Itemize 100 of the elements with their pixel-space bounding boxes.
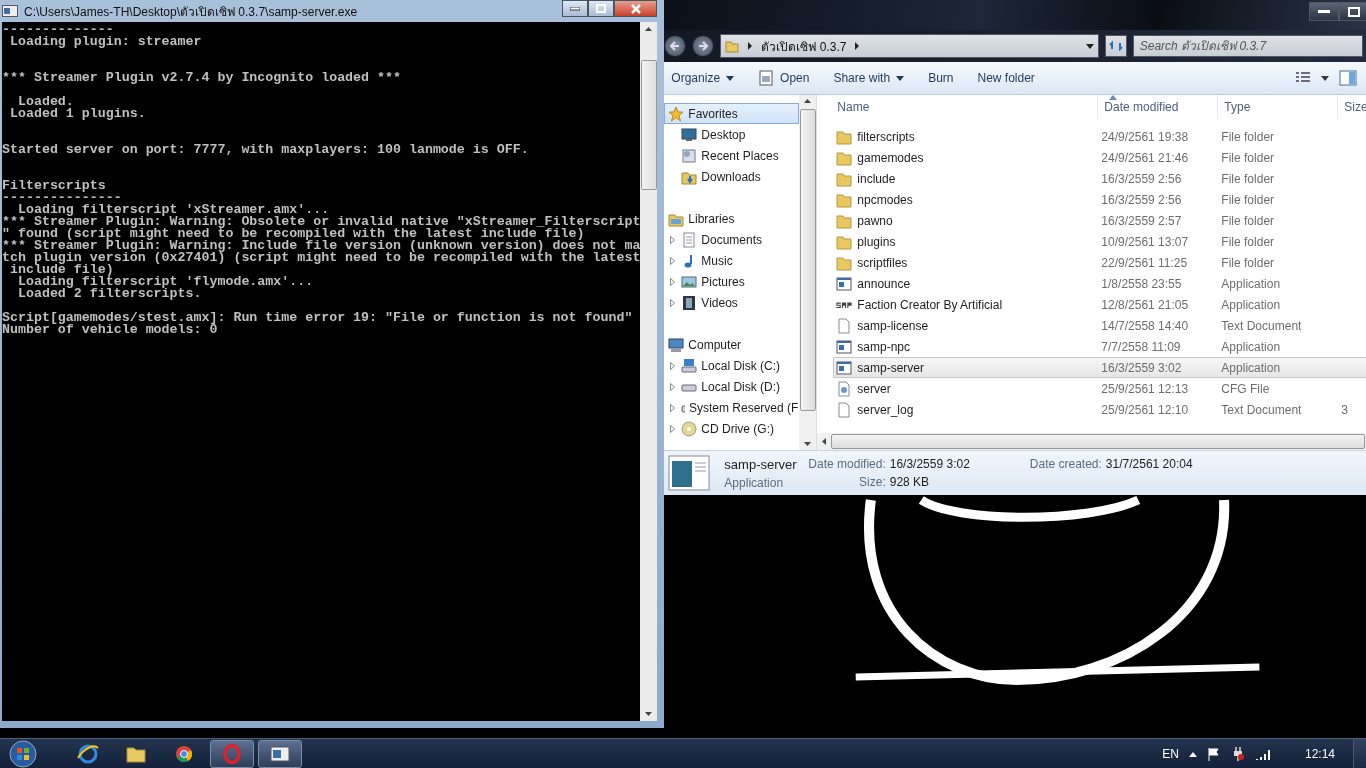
address-bar[interactable]: ตัวเปิดเซิฟ 0.3.7 <box>720 34 1099 58</box>
file-name: pawno <box>857 213 893 228</box>
nav-item[interactable]: Downloads <box>664 166 800 187</box>
type-cell-text: Application <box>1220 276 1282 291</box>
type-cell-text: File folder <box>1220 171 1276 186</box>
file-row[interactable]: samp-npc 7/7/2558 11:09 Application <box>833 336 1366 357</box>
column-header[interactable]: Type <box>1218 95 1339 119</box>
search-field[interactable]: Search ตัวเปิดเซิฟ 0.3.7 <box>1132 35 1363 57</box>
console-line: Loaded 1 plugins. <box>8 108 147 120</box>
nav-item[interactable]: Favorites <box>664 103 800 124</box>
type-cell-text: Text Document <box>1220 318 1303 333</box>
nav-item[interactable]: Documents <box>664 229 800 250</box>
nav-item[interactable]: Computer <box>664 334 800 355</box>
toolbar-button[interactable]: New folder <box>970 67 1042 89</box>
file-name: samp-npc <box>857 339 911 354</box>
file-name: include <box>857 171 896 186</box>
type-cell-text: Text Document <box>1220 402 1303 417</box>
console-line: Number of vehicle models: 0 <box>2 324 218 336</box>
file-name: samp-license <box>857 318 929 333</box>
file-name: filterscripts <box>857 129 915 144</box>
date-cell-text: 7/7/2558 11:09 <box>1100 339 1182 354</box>
date-cell-text: 24/9/2561 19:38 <box>1100 129 1190 144</box>
toolbar-button[interactable]: Open <box>751 66 817 90</box>
console-line: Loading plugin: streamer <box>8 36 203 48</box>
file-row[interactable]: server_log 25/9/2561 12:10 Text Document 3 <box>833 399 1366 420</box>
window-title: C:\Users\James-TH\Desktop\ตัวเปิดเซิฟ 0.3.7\samp-server.exe <box>24 3 358 21</box>
date-cell-text: 16/3/2559 2:56 <box>1100 192 1183 207</box>
date-cell-text: 25/9/2561 12:13 <box>1100 381 1190 396</box>
file-name: npcmodes <box>857 192 913 207</box>
date-cell-text: 12/8/2561 21:05 <box>1100 297 1190 312</box>
toolbar-button[interactable]: Burn <box>921 67 961 89</box>
nav-item[interactable]: Libraries <box>664 208 800 229</box>
console-line: *** Streamer Plugin: Warning: Obsolete or invalid native "xStreamer_Filterscript <box>2 216 641 228</box>
type-cell-text: Application <box>1220 297 1282 312</box>
field-value: 928 KB <box>889 475 931 489</box>
date-cell-text: 1/8/2558 23:55 <box>1100 276 1183 291</box>
file-name: samp-server <box>724 456 798 472</box>
language-indicator[interactable]: EN <box>1162 747 1179 761</box>
console-line: *** Streamer Plugin v2.7.4 by Incognito loaded *** <box>2 72 402 84</box>
nav-item[interactable]: Local Disk (D:) <box>664 376 800 397</box>
file-name: gamemodes <box>857 150 924 165</box>
file-row[interactable]: server 25/9/2561 12:13 CFG File <box>833 378 1366 399</box>
type-cell-text: File folder <box>1220 150 1276 165</box>
console-line: Started server on port: 7777, with maxplayers: 100 lanmode is OFF. <box>2 144 530 156</box>
file-name: Faction Creator By Artificial <box>857 297 1003 312</box>
column-header[interactable]: Name <box>835 95 1099 119</box>
nav-item[interactable]: CD Drive (G:) <box>664 418 800 439</box>
file-row[interactable]: npcmodes 16/3/2559 2:56 File folder <box>833 189 1366 210</box>
console-line: " found (script might need to be recompiled with the latest include file) <box>2 228 585 240</box>
file-row[interactable]: samp-server 16/3/2559 3:02 Application <box>833 357 1366 378</box>
type-cell-text: File folder <box>1220 234 1276 249</box>
type-cell-text: Application <box>1220 339 1282 354</box>
console-line: *** Streamer Plugin: Warning: Include file version (unknown version) does not ma <box>2 240 641 252</box>
file-row[interactable]: announce 1/8/2558 23:55 Application <box>833 273 1366 294</box>
console-line: -------------- <box>2 24 114 36</box>
date-cell-text: 24/9/2561 21:46 <box>1100 150 1190 165</box>
field-value: 31/7/2561 20:04 <box>1105 457 1193 471</box>
file-name: announce <box>857 276 911 291</box>
file-row[interactable]: filterscripts 24/9/2561 19:38 File folder <box>833 126 1366 147</box>
nav-item[interactable]: Recent Places <box>664 145 800 166</box>
file-row[interactable]: plugins 10/9/2561 13:07 File folder <box>833 231 1366 252</box>
nav-item[interactable]: Music <box>664 250 800 271</box>
file-row[interactable]: scriptfiles 22/9/2561 11:25 File folder <box>833 252 1366 273</box>
type-cell-text: File folder <box>1220 213 1276 228</box>
type-cell-text: File folder <box>1220 255 1276 270</box>
nav-item[interactable]: Local Disk (C:) <box>664 355 800 376</box>
type-cell-text: CFG File <box>1220 381 1271 396</box>
clock[interactable]: 12:14 <box>1304 747 1335 761</box>
date-cell-text: 14/7/2558 14:40 <box>1100 318 1190 333</box>
toolbar-button[interactable]: Share with <box>826 67 912 89</box>
nav-item[interactable]: System Reserved (F <box>664 397 800 418</box>
file-name: scriptfiles <box>857 255 908 270</box>
nav-item[interactable]: Videos <box>664 292 800 313</box>
file-name: server_log <box>857 402 914 417</box>
date-cell-text: 22/9/2561 11:25 <box>1100 255 1189 270</box>
console-line: Loaded. <box>17 96 75 108</box>
date-cell-text: 10/9/2561 13:07 <box>1100 234 1190 249</box>
file-row[interactable]: gamemodes 24/9/2561 21:46 File folder <box>833 147 1366 168</box>
nav-item[interactable]: Pictures <box>664 271 800 292</box>
field-label: Date modified: <box>808 457 886 471</box>
file-row[interactable]: samp-license 14/7/2558 14:40 Text Document <box>833 315 1366 336</box>
date-cell-text: 16/3/2559 2:57 <box>1100 213 1183 228</box>
file-name: plugins <box>857 234 896 249</box>
file-row[interactable]: Faction Creator By Artificial 12/8/2561 21:05 Application <box>833 294 1366 315</box>
console-line: Loaded 2 filterscripts. <box>16 288 202 300</box>
file-row[interactable]: include 16/3/2559 2:56 File folder <box>833 168 1366 189</box>
file-row[interactable]: pawno 16/3/2559 2:57 File folder <box>833 210 1366 231</box>
console-line: include file) <box>8 264 114 276</box>
field-value: 16/3/2559 3:02 <box>889 457 970 471</box>
console-line: Loading filterscript 'xStreamer.amx'... <box>17 204 331 216</box>
field-label: Size: <box>858 475 886 489</box>
toolbar-button[interactable]: Organize <box>664 67 742 89</box>
file-name: server <box>857 381 891 396</box>
breadcrumb[interactable]: ตัวเปิดเซิฟ 0.3.7 <box>761 36 847 56</box>
nav-item[interactable]: Desktop <box>664 124 800 145</box>
size-cell-text: 3 <box>1340 402 1350 417</box>
console-line: --------------- <box>2 192 122 204</box>
field-label: Date created: <box>1029 457 1102 471</box>
file-type: Application <box>724 475 785 490</box>
type-cell-text: File folder <box>1220 129 1276 144</box>
